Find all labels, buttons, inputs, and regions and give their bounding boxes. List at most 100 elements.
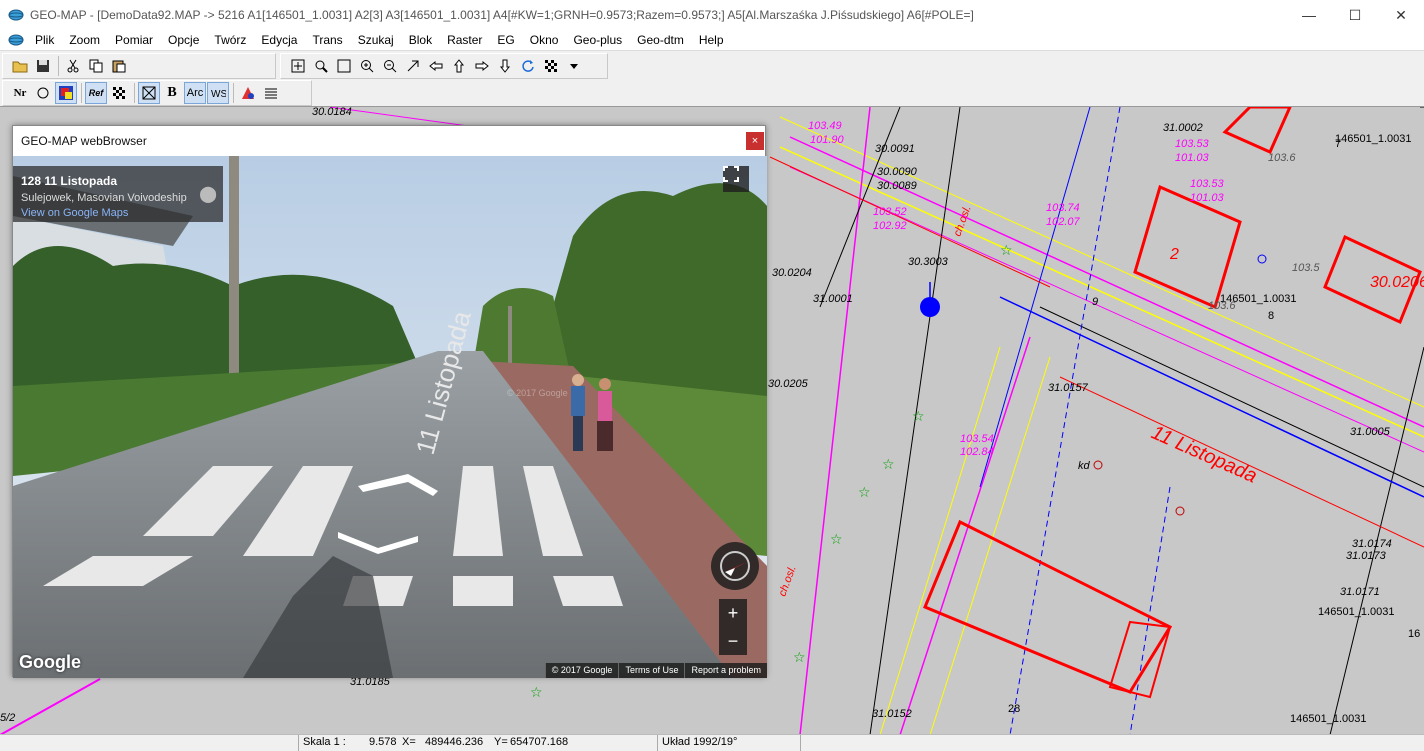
point-label: 31.0174 (1352, 538, 1392, 550)
point-label: 30.0089 (877, 180, 917, 192)
layer-color-icon[interactable] (55, 82, 77, 104)
menu-help[interactable]: Help (692, 33, 732, 47)
parcel-id-label: 146501_1.0031 (1318, 606, 1394, 618)
menu-trans[interactable]: Trans (305, 33, 350, 47)
pedestrian (599, 378, 611, 390)
window-title: GEO-MAP - [DemoData92.MAP -> 5216 A1[146… (30, 8, 974, 22)
zoom-out-icon[interactable] (379, 55, 401, 77)
menu-pomiar[interactable]: Pomiar (108, 33, 161, 47)
streetview-footer: © 2017 Google Terms of Use Report a prob… (544, 663, 767, 678)
zoom-controls: + − (719, 599, 747, 655)
menu-raster[interactable]: Raster (440, 33, 490, 47)
zoom-extents-icon[interactable] (287, 55, 309, 77)
height-label: 103.6 (1208, 300, 1236, 312)
zoom-in-icon[interactable] (356, 55, 378, 77)
streetview-scene: 11 Listopada © 2017 Google (13, 156, 767, 678)
number-tool-button[interactable]: Nr (9, 82, 31, 104)
menu-eg[interactable]: EG (490, 33, 522, 47)
layers-icon[interactable] (260, 82, 282, 104)
pedestrian (571, 386, 585, 416)
paste-icon[interactable] (108, 55, 130, 77)
webbrowser-close-button[interactable]: × (746, 132, 764, 150)
tree-icon: ☆ (882, 456, 895, 472)
zoom-in-button[interactable]: + (719, 599, 747, 627)
pan-right-icon[interactable] (471, 55, 493, 77)
valve-icon (1257, 254, 1267, 264)
height-label: 103.74 (1046, 202, 1080, 214)
manhole-icon (1175, 506, 1185, 516)
height-label: 101.90 (810, 134, 845, 146)
copy-icon[interactable] (85, 55, 107, 77)
maximize-button[interactable]: ☐ (1332, 0, 1378, 30)
tree-icon: ☆ (912, 408, 925, 424)
bold-toggle-button[interactable]: B (161, 82, 183, 104)
crosswalk-stripe (553, 576, 623, 606)
tree-icon: ☆ (1000, 242, 1013, 258)
ch-osl-label: ch.osl. (777, 564, 799, 598)
menu-blok[interactable]: Blok (402, 33, 440, 47)
save-icon[interactable] (32, 55, 54, 77)
dropdown-arrow-icon[interactable] (563, 55, 585, 77)
height-label: 101.03 (1190, 192, 1225, 204)
terms-of-use-link[interactable]: Terms of Use (618, 663, 684, 678)
geomap-menu-icon[interactable] (8, 34, 24, 46)
height-label: 102.84 (960, 446, 994, 458)
view-on-google-maps-link[interactable]: View on Google Maps (21, 207, 215, 219)
pan-up-icon[interactable] (448, 55, 470, 77)
address-title: 128 11 Listopada (21, 174, 118, 188)
point-label: 9 (1092, 296, 1098, 308)
scale-label: Skala 1 : (303, 736, 346, 748)
pan-down-icon[interactable] (494, 55, 516, 77)
building-number-2: 2 (1169, 246, 1179, 263)
menu-tworz[interactable]: Twórz (207, 33, 254, 47)
parcel-line (799, 107, 871, 734)
arc-toggle-button[interactable]: Arc (184, 82, 206, 104)
google-logo: Google (19, 652, 81, 672)
status-divider (298, 735, 299, 751)
compass-button[interactable] (711, 542, 759, 590)
height-label: 103.52 (873, 206, 907, 218)
building (1222, 107, 1292, 154)
zoom-window-icon[interactable] (333, 55, 355, 77)
close-button[interactable]: ✕ (1378, 0, 1424, 30)
point-label: 30.0205 (768, 378, 809, 390)
zoom-out-button[interactable]: − (719, 627, 747, 655)
ws-toggle-icon[interactable]: WS (207, 82, 229, 104)
refresh-icon[interactable] (517, 55, 539, 77)
point-label: 30.0090 (877, 166, 918, 178)
tree-icon: ☆ (530, 684, 543, 700)
zoom-previous-icon[interactable] (310, 55, 332, 77)
point-label: 30.3003 (908, 256, 949, 268)
circle-tool-icon[interactable] (32, 82, 54, 104)
road-line (929, 356, 1051, 734)
raster-checker-icon[interactable] (108, 82, 130, 104)
streetview-panorama[interactable]: 11 Listopada © 2017 Google 128 11 Listop… (13, 156, 767, 678)
menu-geo-dtm[interactable]: Geo-dtm (630, 33, 692, 47)
tree-icon: ☆ (858, 484, 871, 500)
toolbar-separator (58, 56, 59, 76)
menu-opcje[interactable]: Opcje (161, 33, 207, 47)
fullscreen-button[interactable] (723, 166, 749, 192)
menu-zoom[interactable]: Zoom (62, 33, 108, 47)
menu-edycja[interactable]: Edycja (254, 33, 305, 47)
cut-icon[interactable] (62, 55, 84, 77)
frame-toggle-icon[interactable] (138, 82, 160, 104)
report-problem-link[interactable]: Report a problem (684, 663, 767, 678)
menu-okno[interactable]: Okno (523, 33, 567, 47)
parcel-number-16: 16 (1408, 628, 1420, 640)
parcel-number-7: 7 (1335, 138, 1341, 150)
symbol-tool-icon[interactable] (237, 82, 259, 104)
pan-northeast-icon[interactable] (402, 55, 424, 77)
menu-szukaj[interactable]: Szukaj (351, 33, 402, 47)
webbrowser-window: GEO-MAP webBrowser × 11 Listopada © 2017… (12, 125, 767, 678)
checker-fill-icon[interactable] (540, 55, 562, 77)
menu-geo-plus[interactable]: Geo-plus (566, 33, 630, 47)
height-label: 103.49 (808, 120, 842, 132)
minimize-button[interactable]: — (1286, 0, 1332, 30)
menu-plik[interactable]: Plik (28, 33, 62, 47)
reference-toggle-button[interactable]: Ref (85, 82, 107, 104)
parcel-number-8: 8 (1268, 310, 1274, 322)
open-folder-icon[interactable] (9, 55, 31, 77)
pan-left-icon[interactable] (425, 55, 447, 77)
edit-toolbar: Nr Ref B Arc WS (2, 80, 312, 106)
